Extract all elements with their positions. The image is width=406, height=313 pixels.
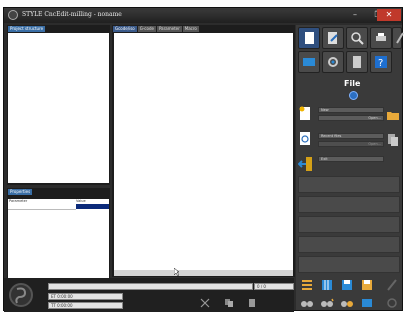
column-parameter: Parameter (9, 199, 28, 203)
new-open-button[interactable]: Open... (318, 115, 384, 121)
column-value: Value (76, 199, 86, 203)
properties-columns: Parameter Value (8, 199, 109, 203)
tools-button[interactable] (392, 27, 404, 49)
goto-icon[interactable] (360, 297, 376, 309)
empty-row-2 (298, 196, 400, 213)
book-icon[interactable] (320, 278, 336, 294)
collapse-icon[interactable] (349, 91, 358, 100)
progress-bar (48, 283, 253, 290)
project-structure-header: Project structure (8, 26, 46, 32)
properties-table[interactable]: Parameter Value (8, 199, 109, 279)
tab-gcode-iso[interactable]: Gcode/iso (113, 26, 137, 32)
properties-row[interactable] (8, 204, 76, 210)
tab-macro[interactable]: Macro (182, 26, 199, 32)
total-time: TT 0:00:00 (48, 302, 123, 309)
folder-icon[interactable] (386, 109, 400, 123)
ribbon-panel: ? File New Open... Recent files Open... … (296, 25, 404, 310)
recent-files-icon[interactable] (298, 131, 316, 149)
editor-tabs: Gcode/iso G-code Parameter Macro (113, 26, 199, 32)
import-button[interactable] (298, 51, 320, 73)
empty-row-4 (298, 236, 400, 253)
style-logo-icon (9, 283, 33, 307)
search-button[interactable] (346, 27, 368, 49)
save-icon[interactable] (340, 278, 356, 294)
new-field[interactable]: New (318, 107, 384, 113)
svg-text:?: ? (378, 58, 383, 69)
window-title: STYLE CncEdit-milling - noname (22, 11, 122, 18)
close-button[interactable]: ✕ (377, 9, 401, 21)
settings-button[interactable] (322, 51, 344, 73)
file-tab-button[interactable] (298, 27, 320, 49)
replace-icon[interactable] (340, 297, 356, 309)
app-window: STYLE CncEdit-milling - noname – ❐ ✕ Pro… (3, 7, 404, 312)
coordinate-readout: 0 / 0 (254, 283, 294, 290)
project-structure-panel: Project structure (7, 25, 110, 185)
empty-row-3 (298, 216, 400, 233)
list-view-icon[interactable] (300, 278, 316, 294)
paste-icon[interactable] (247, 298, 257, 308)
tab-gcode[interactable]: G-code (137, 26, 156, 32)
elapsed-time: ET 0:00:00 (48, 293, 123, 300)
project-tree[interactable] (8, 33, 109, 183)
exit-icon[interactable] (298, 156, 316, 174)
app-logo-icon (8, 10, 18, 20)
new-file-icon[interactable] (298, 106, 316, 124)
document-button[interactable] (346, 51, 368, 73)
binoculars-icon[interactable] (300, 297, 316, 309)
mouse-cursor-icon (173, 267, 180, 277)
help-button[interactable]: ? (370, 51, 392, 73)
title-bar: STYLE CncEdit-milling - noname – ❐ ✕ (4, 8, 402, 23)
properties-header: Properties (8, 189, 33, 195)
recent-open-button[interactable]: Open... (318, 141, 384, 147)
document-copy-icon[interactable] (386, 133, 400, 147)
section-title: File (344, 79, 361, 88)
cut-icon[interactable] (200, 298, 210, 308)
editor-panel: Gcode/iso G-code Parameter Macro (112, 25, 295, 277)
find-next-icon[interactable] (320, 297, 336, 309)
recent-files-field[interactable]: Recent files (318, 133, 384, 139)
disabled-tool-icon[interactable] (386, 278, 400, 294)
properties-selected-value[interactable] (76, 204, 109, 209)
empty-row-1 (298, 176, 400, 193)
empty-row-5 (298, 256, 400, 273)
minimize-button[interactable]: – (344, 9, 366, 21)
copy-icon[interactable] (224, 298, 234, 308)
refresh-icon[interactable] (386, 297, 400, 309)
edit-tab-button[interactable] (322, 27, 344, 49)
horizontal-scrollbar[interactable] (114, 270, 293, 276)
code-editor[interactable] (114, 33, 293, 270)
status-area: 0 / 0 ET 0:00:00 TT 0:00:00 (4, 278, 294, 312)
tab-parameter[interactable]: Parameter (156, 26, 182, 32)
exit-field[interactable]: Exit (318, 156, 384, 162)
print-button[interactable] (370, 27, 392, 49)
save-as-icon[interactable] (360, 278, 376, 294)
